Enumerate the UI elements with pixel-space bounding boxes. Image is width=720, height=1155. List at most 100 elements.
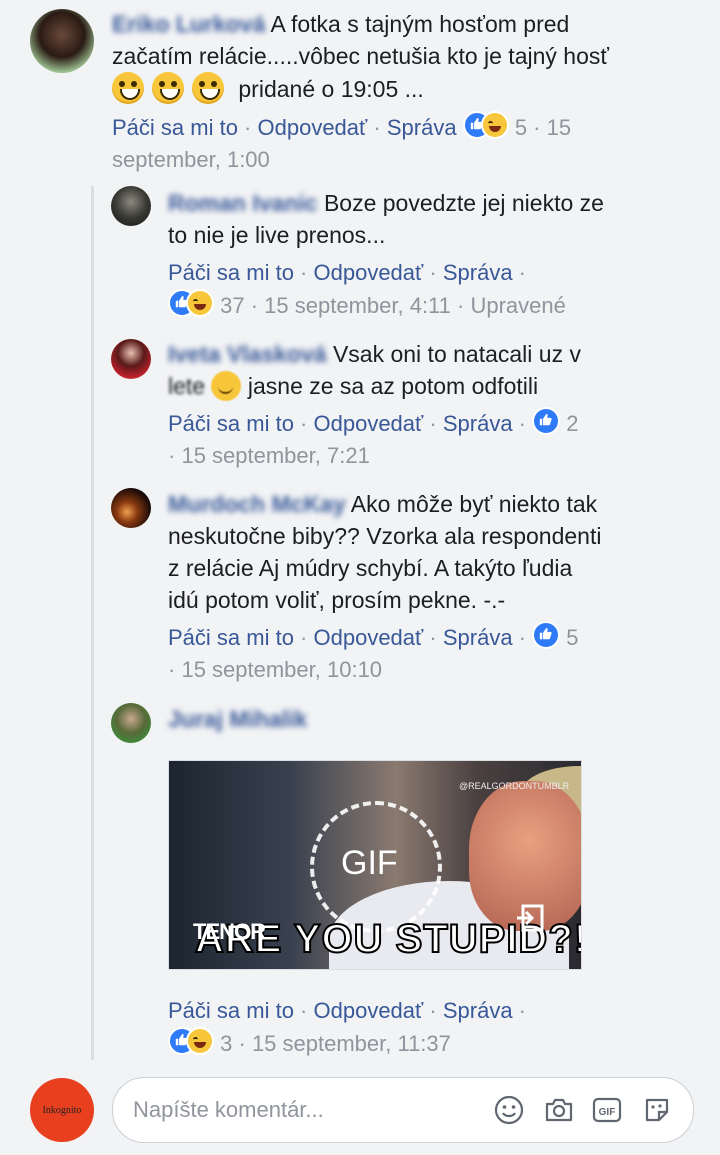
separator: · bbox=[168, 443, 182, 468]
comment-text: idú potom voliť, prosím pekne. -.- bbox=[168, 587, 506, 613]
comment-actions: Páči sa mi to · Odpovedať · Správa · 3 ·… bbox=[168, 995, 708, 1060]
message-link[interactable]: Správa bbox=[443, 411, 513, 436]
comment-body: Iveta Vlasková Vsak oni to natacali uz v… bbox=[168, 338, 708, 402]
commenter-name[interactable]: Iveta Vlasková bbox=[168, 341, 327, 367]
timestamp[interactable]: 15 september, 7:21 bbox=[181, 443, 369, 468]
comment-composer[interactable]: GIF bbox=[112, 1077, 694, 1143]
like-link[interactable]: Páči sa mi to bbox=[168, 625, 294, 650]
comment-actions: Páči sa mi to · Odpovedať · Správa · 2 ·… bbox=[168, 407, 708, 472]
separator: · bbox=[423, 625, 443, 650]
separator: · bbox=[423, 260, 443, 285]
reply-link[interactable]: Odpovedať bbox=[314, 411, 424, 436]
separator: · bbox=[244, 293, 265, 318]
gif-play-label[interactable]: GIF bbox=[341, 844, 398, 883]
comment-text: Vsak oni to natacali uz v bbox=[332, 341, 581, 367]
separator: · bbox=[367, 115, 387, 140]
comment-actions: Páči sa mi to · Odpovedať · Správa · 37 … bbox=[168, 257, 708, 322]
timestamp[interactable]: 15 september, 4:11 bbox=[264, 293, 451, 318]
reaction-count[interactable]: 3 bbox=[220, 1031, 232, 1056]
sticker-icon[interactable] bbox=[641, 1094, 673, 1126]
reaction-count[interactable]: 5 bbox=[515, 115, 527, 140]
comment-actions: Páči sa mi to · Odpovedať · Správa 5 · 1… bbox=[112, 111, 712, 176]
like-link[interactable]: Páči sa mi to bbox=[168, 260, 294, 285]
separator: · bbox=[232, 1031, 252, 1056]
smile-emoji-icon bbox=[112, 72, 144, 104]
comment-text: A fotka s tajným hosťom pred bbox=[270, 11, 570, 37]
reaction-count[interactable]: 5 bbox=[566, 625, 578, 650]
separator: · bbox=[168, 657, 182, 682]
like-link[interactable]: Páči sa mi to bbox=[168, 998, 294, 1023]
separator: · bbox=[512, 411, 533, 436]
separator: · bbox=[450, 293, 471, 318]
like-reaction-icon[interactable] bbox=[532, 407, 561, 435]
comment-input[interactable] bbox=[131, 1092, 465, 1128]
svg-text:GIF: GIF bbox=[599, 1107, 616, 1118]
comment-text: pridané o 19:05 ... bbox=[238, 76, 424, 102]
smile-emoji-icon bbox=[152, 72, 184, 104]
message-link[interactable]: Správa bbox=[443, 625, 513, 650]
reply-link[interactable]: Odpovedať bbox=[314, 260, 424, 285]
separator: · bbox=[293, 625, 314, 650]
reaction-count[interactable]: 37 bbox=[220, 293, 244, 318]
message-link[interactable]: Správa bbox=[387, 115, 457, 140]
commenter-name[interactable]: Eriko Lurková bbox=[112, 11, 265, 37]
avatar[interactable] bbox=[111, 339, 151, 379]
avatar[interactable] bbox=[111, 186, 151, 226]
reply-link[interactable]: Odpovedať bbox=[314, 625, 424, 650]
haha-reaction-icon[interactable] bbox=[186, 289, 214, 317]
comment-text: to nie je live prenos... bbox=[168, 222, 386, 248]
reply-link[interactable]: Odpovedať bbox=[314, 998, 424, 1023]
avatar[interactable] bbox=[111, 488, 151, 528]
separator: · bbox=[423, 411, 443, 436]
separator: · bbox=[293, 260, 314, 285]
edited-label[interactable]: Upravené bbox=[470, 293, 565, 318]
haha-reaction-icon[interactable] bbox=[480, 111, 509, 139]
composer-avatar[interactable]: Inkognito bbox=[30, 1078, 94, 1142]
like-link[interactable]: Páči sa mi to bbox=[112, 115, 238, 140]
like-reaction-icon[interactable] bbox=[532, 621, 561, 649]
comment-actions: Páči sa mi to · Odpovedať · Správa · 5 ·… bbox=[168, 621, 708, 686]
separator: · bbox=[293, 411, 314, 436]
comment-body: Roman Ivanic Boze povedzte jej niekto ze… bbox=[168, 187, 708, 251]
commenter-name[interactable]: Juraj Mihalik bbox=[168, 706, 307, 732]
commenter-name[interactable]: Murdoch McKay bbox=[168, 491, 346, 517]
comment-text: Ako môže byť niekto tak bbox=[350, 491, 598, 517]
separator: · bbox=[527, 115, 547, 140]
timestamp[interactable]: 15 september, 11:37 bbox=[252, 1031, 451, 1056]
reaction-count[interactable]: 2 bbox=[566, 411, 578, 436]
open-external-icon[interactable] bbox=[515, 903, 545, 933]
gif-icon[interactable]: GIF bbox=[591, 1094, 623, 1126]
comment-body: Eriko Lurková A fotka s tajným hosťom pr… bbox=[112, 8, 712, 105]
separator: · bbox=[293, 998, 314, 1023]
comment-text: začatím relácie.....vôbec netušia kto je… bbox=[112, 43, 609, 69]
comment-text: jasne ze sa az potom odfotili bbox=[247, 373, 539, 399]
comment-text: Boze povedzte jej niekto ze bbox=[323, 190, 604, 216]
timestamp[interactable]: september, 1:00 bbox=[112, 147, 270, 172]
comment-text: neskutočne biby?? Vzorka ala respondenti bbox=[168, 523, 602, 549]
slight-smile-emoji-icon bbox=[211, 371, 242, 401]
composer-avatar-text: Inkognito bbox=[42, 1104, 82, 1116]
camera-icon[interactable] bbox=[543, 1094, 575, 1126]
comment-body: Murdoch McKay Ako môže byť niekto tak ne… bbox=[168, 488, 708, 616]
smile-emoji-icon bbox=[192, 72, 224, 104]
message-link[interactable]: Správa bbox=[443, 998, 513, 1023]
reply-thread-line bbox=[91, 186, 94, 1060]
separator: · bbox=[423, 998, 443, 1023]
haha-reaction-icon[interactable] bbox=[186, 1027, 214, 1055]
commenter-name[interactable]: Roman Ivanic bbox=[168, 190, 318, 216]
separator: · bbox=[512, 625, 533, 650]
avatar[interactable] bbox=[30, 9, 94, 73]
like-link[interactable]: Páči sa mi to bbox=[168, 411, 294, 436]
tenor-logo: TENOR bbox=[193, 919, 266, 944]
comment-text: z relácie Aj múdry schybí. A takýto ľudi… bbox=[168, 555, 573, 581]
timestamp[interactable]: 15 bbox=[547, 115, 571, 140]
separator: · bbox=[512, 998, 527, 1023]
gif-watermark: @REALGORDONTUMBLR bbox=[459, 781, 570, 791]
timestamp[interactable]: 15 september, 10:10 bbox=[181, 657, 382, 682]
gif-attachment[interactable]: @REALGORDONTUMBLR GIF ARE YOU STUPID?! T… bbox=[168, 760, 582, 970]
message-link[interactable]: Správa bbox=[443, 260, 513, 285]
avatar[interactable] bbox=[111, 703, 151, 743]
emoji-icon[interactable] bbox=[493, 1094, 525, 1126]
comment-body: Juraj Mihalik bbox=[168, 703, 708, 735]
reply-link[interactable]: Odpovedať bbox=[258, 115, 368, 140]
